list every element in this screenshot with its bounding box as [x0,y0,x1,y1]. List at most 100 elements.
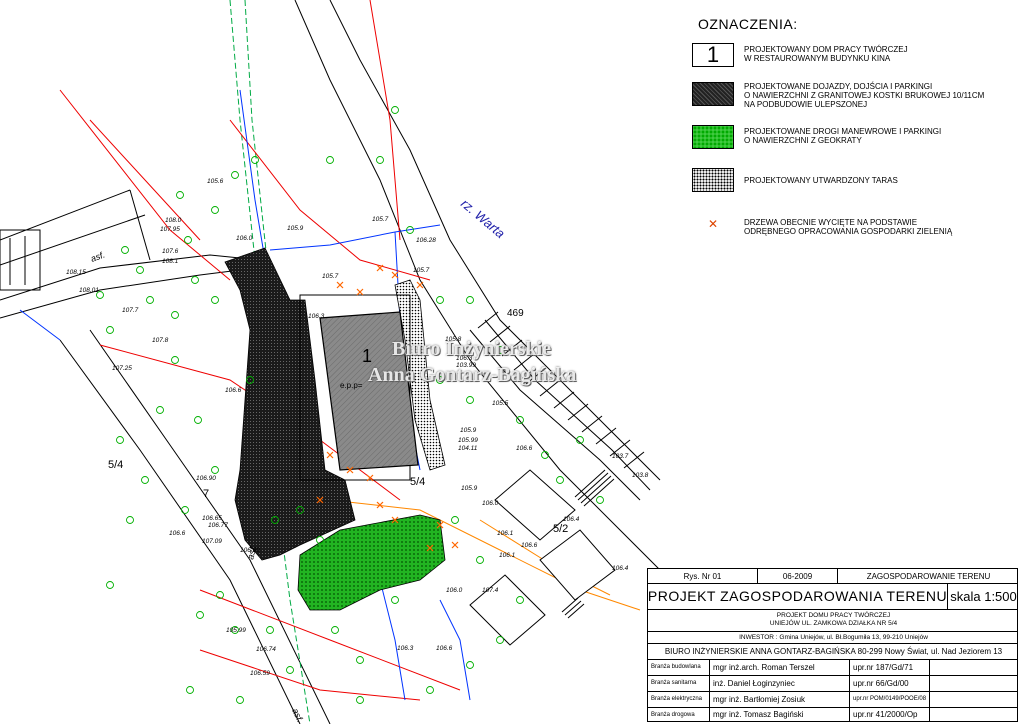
tree-icon [196,611,204,619]
tree-icon [466,296,474,304]
asphalt-label-3: asf. [290,707,305,724]
legend-swatch-green [692,125,734,149]
elevation-label: 106.3 [397,645,414,652]
signature-row: Branża budowlana mgr inż.arch. Roman Ter… [648,659,1017,676]
removed-tree-icon [356,288,364,296]
elevation-label: 106.28 [416,237,436,244]
project-line-2: UNIEJÓW UL. ZAMKOWA DZIAŁKA NR 5/4 [769,620,898,627]
neighbour-building [0,229,41,291]
elevation-label: 106.77 [208,522,228,529]
title-block: Rys. Nr 01 06-2009 ZAGOSPODAROWANIE TERE… [647,568,1018,722]
tree-icon [191,276,199,284]
tree-icon [141,476,149,484]
elevation-label: 107.4 [482,587,499,594]
tree-icon [466,396,474,404]
elevation-label: 106.4 [563,516,580,523]
tree-icon [156,406,164,414]
tree-icon [136,266,144,274]
signature-box [930,675,1019,691]
drawing-date: 06-2009 [758,569,838,583]
elevation-label: 105.5 [492,400,509,407]
legend-text-paving: PROJEKTOWANE DOJAZDY, DOJŚCIA I PARKINGI… [744,82,985,109]
title-block-header-row: Rys. Nr 01 06-2009 ZAGOSPODAROWANIE TERE… [648,569,1017,584]
removed-tree-icon [336,281,344,289]
legend-swatch-dark [692,82,734,106]
tree-icon [176,191,184,199]
elevation-label: 106.6 [436,645,453,652]
investor-text: INWESTOR : Gmina Uniejów, ul. Bł.Bogumił… [739,633,928,641]
watermark-line-2: Anna Gontarz-Bagińska [368,364,577,386]
elevation-label: 104.11 [458,445,478,452]
title-block-main-row: PROJEKT ZAGOSPODAROWANIA TERENU skala 1:… [648,583,1017,610]
elevation-label: 106.0 [482,500,499,507]
removed-tree-icon [416,281,424,289]
elevation-label: 105.7 [372,216,389,223]
designer-name: mgr inż.arch. Roman Terszel [710,659,850,675]
elevation-label: 108.1 [162,258,179,265]
signature-box [930,691,1019,707]
elevation-label: 106.65 [202,515,222,522]
license-number: upr.nr 66/Gd/00 [850,675,930,691]
branch-name: Branża elektryczna [648,691,710,707]
removed-tree-icon [451,541,459,549]
elevation-label: 107.95 [160,226,180,233]
sheet-title: ZAGOSPODAROWANIE TERENU [866,571,991,581]
tree-icon [181,506,189,514]
elevation-label: 105.9 [460,427,477,434]
elevation-label: 105.99 [458,437,478,444]
elevation-label: 106.6 [225,387,242,394]
tree-icon [186,686,194,694]
tree-icon [391,106,399,114]
tree-icon [251,156,259,164]
elevation-label: 106.1 [497,530,514,537]
elevation-label: 105.6 [207,178,224,185]
watermark-line-1: Biuro Inżynierskie [392,338,552,360]
tree-icon [116,436,124,444]
tree-icon [391,596,399,604]
elevation-label: 103.7 [612,453,629,460]
parcel-469-label: 469 [507,308,524,319]
elevation-label: 106.74 [256,646,276,653]
office-text: BIURO INŻYNIERSKIE ANNA GONTARZ-BAGIŃSKA… [664,646,1003,656]
tree-icon [126,516,134,524]
tree-icon [426,686,434,694]
building-note-label: e.p.p= [340,381,363,390]
tree-icon [211,206,219,214]
designer-name: inż. Daniel Łoginzyniec [710,675,850,691]
parcel-7-label: 7 [203,488,209,500]
tree-icon [121,246,129,254]
elevation-label: 105.9 [461,485,478,492]
building-roof [319,311,419,471]
branch-name: Branża drogowa [648,707,710,722]
elevation-label: 106.59 [250,670,270,677]
office-row: BIURO INŻYNIERSKIE ANNA GONTARZ-BAGIŃSKA… [648,643,1017,660]
legend-title: OZNACZENIA: [698,16,798,32]
license-number: upr.nr 187/Gd/71 [850,659,930,675]
elevation-label: 106.00 [240,547,260,554]
asphalt-label-1: asf. [89,250,106,264]
legend-text-terrace: PROJEKTOWANY UTWARDZONY TARAS [744,176,898,185]
elevation-label: 107.25 [112,365,132,372]
license-number: upr.nr 41/2000/Op [850,707,930,722]
project-row: PROJEKT DOMU PRACY TWÓRCZEJ UNIEJÓW UL. … [648,609,1017,632]
designer-name: mgr inż. Bartłomiej Zosiuk [710,691,850,707]
elevation-label: 106.90 [196,475,216,482]
elevation-label: 106.6 [521,542,538,549]
designer-name: mgr inż. Tomasz Bagiński [710,707,850,722]
elevation-label: 106.6 [169,530,186,537]
tree-icon [476,556,484,564]
tree-icon [376,156,384,164]
tree-icon [171,311,179,319]
tree-icon [231,171,239,179]
signature-row: Branża elektryczna mgr inż. Bartłomiej Z… [648,691,1017,708]
legend-swatch-number: 1 [692,43,734,67]
elevation-label: 107.7 [122,307,139,314]
tree-icon [556,476,564,484]
tree-icon [436,296,444,304]
removed-tree-icon: ✕ [707,217,719,231]
elevation-label: 103.8 [632,472,649,479]
legend-text-trees: DRZEWA OBECNIE WYCIĘTE NA PODSTAWIE ODRĘ… [744,218,953,236]
elevation-label: 107.09 [202,538,222,545]
main-title: PROJEKT ZAGOSPODAROWANIA TERENU [648,583,948,609]
drawing-ref: Rys. Nr 01 [648,569,758,583]
